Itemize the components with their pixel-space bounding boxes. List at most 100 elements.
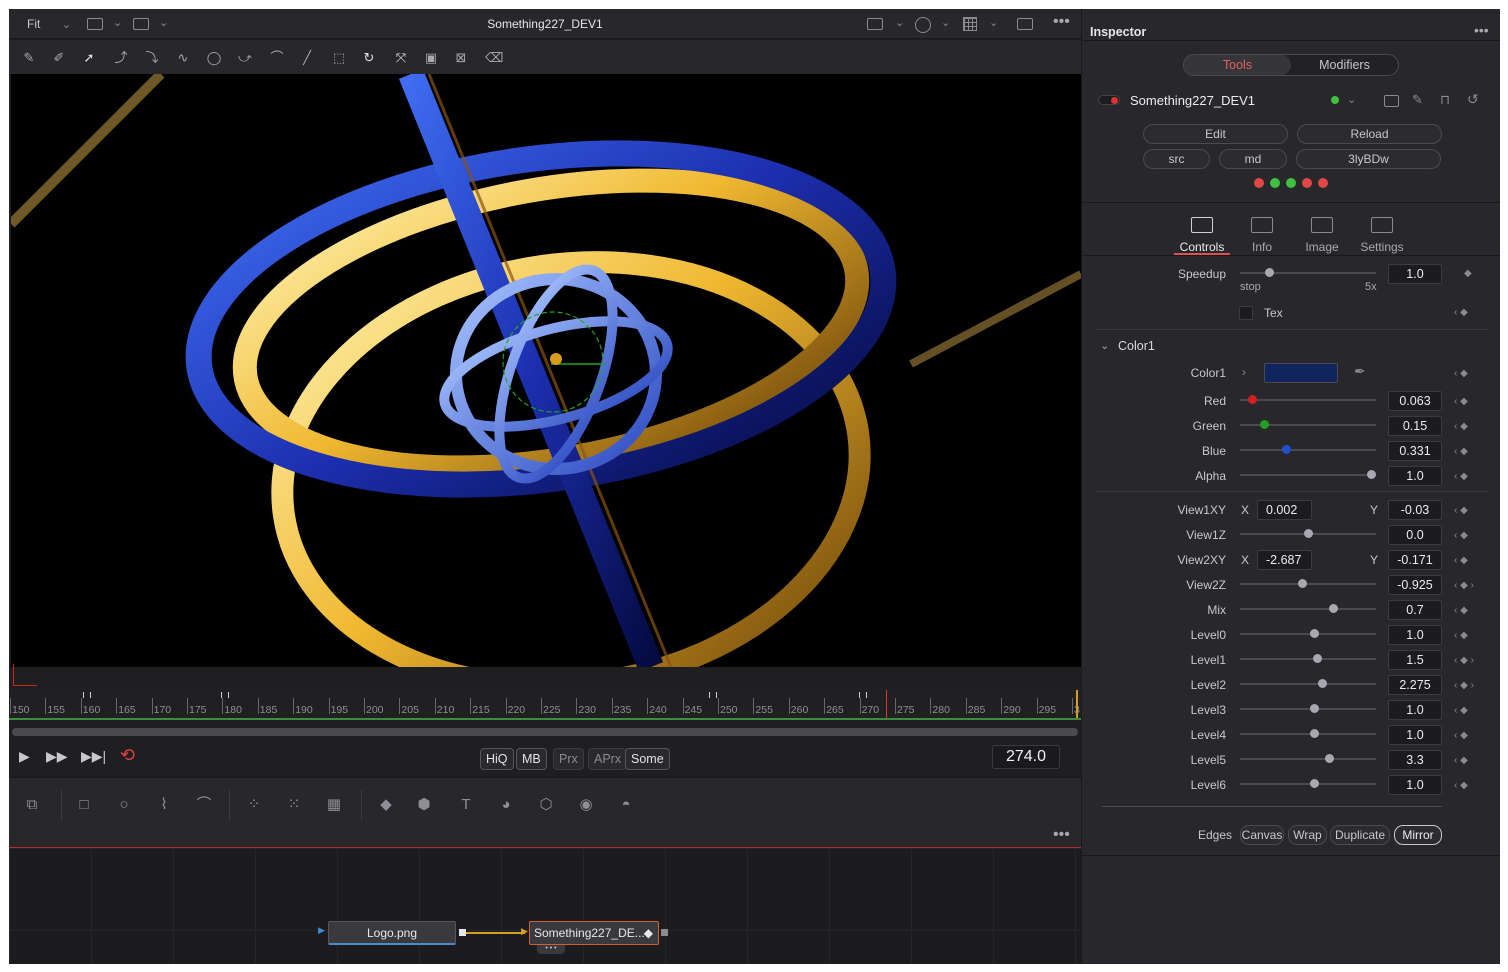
reset-icon[interactable]: ↺ — [1467, 91, 1479, 108]
level1-track[interactable] — [1240, 658, 1376, 660]
level5-knob[interactable] — [1325, 754, 1334, 763]
view2z-track[interactable] — [1240, 583, 1376, 585]
level4-value[interactable]: 1.0 — [1388, 725, 1442, 745]
smooth-icon[interactable]: ∿ — [175, 50, 191, 66]
chevron-down-icon[interactable]: ⌄ — [989, 16, 998, 29]
alpha-track[interactable] — [1240, 474, 1376, 476]
keyframe-nav-icon[interactable]: ‹ ◆ › — [1454, 655, 1474, 666]
delete-point-icon[interactable]: ⌫ — [485, 50, 503, 66]
pen-add-icon[interactable]: ✎ — [21, 50, 37, 66]
hiq-button[interactable]: HiQ — [480, 748, 514, 770]
level4-track[interactable] — [1240, 733, 1376, 735]
point-select-icon[interactable]: ⤴ — [113, 50, 129, 66]
alpha-value[interactable]: 1.0 — [1388, 466, 1442, 486]
node-editor[interactable]: ▶ Logo.png ▶ Something227_DE... ◆ • • • — [9, 848, 1081, 964]
level3-value[interactable]: 1.0 — [1388, 700, 1442, 720]
current-frame-field[interactable]: 274.0 — [992, 745, 1060, 769]
roi-icon[interactable] — [867, 18, 883, 30]
merge3d-icon[interactable]: ◕ — [495, 795, 517, 815]
loop-icon[interactable]: ⟲ — [120, 745, 135, 766]
close-shape-icon[interactable]: ⊠ — [453, 50, 469, 66]
red-value[interactable]: 0.063 — [1388, 391, 1442, 411]
edges-mirror-button[interactable]: Mirror — [1394, 825, 1442, 845]
eyedropper-icon[interactable]: ✒ — [1354, 363, 1366, 380]
level1-value[interactable]: 1.5 — [1388, 650, 1442, 670]
pin-icon[interactable]: ✎ — [1412, 92, 1423, 108]
tab-settings[interactable]: Settings — [1354, 217, 1410, 254]
more-options-icon[interactable]: ••• — [1474, 22, 1489, 38]
node-logo[interactable]: Logo.png — [328, 921, 456, 945]
fast-forward-icon[interactable]: ▶▶ — [46, 748, 68, 765]
keyframe-nav-icon[interactable]: ‹ ◆ — [1454, 630, 1468, 641]
prx-button[interactable]: Prx — [553, 748, 584, 770]
level6-track[interactable] — [1240, 783, 1376, 785]
level2-value[interactable]: 2.275 — [1388, 675, 1442, 695]
shape3d-icon[interactable]: ⬢ — [413, 795, 435, 815]
polygon-tool-icon[interactable]: ⌇ — [153, 795, 175, 815]
status-dot[interactable] — [1254, 178, 1264, 188]
keyframe-marker[interactable] — [859, 692, 867, 698]
tab-image[interactable]: Image — [1294, 217, 1350, 254]
mix-knob[interactable] — [1329, 604, 1338, 613]
speedup-value[interactable]: 1.0 — [1388, 264, 1442, 284]
renderer3d-icon[interactable]: ◓ — [615, 795, 637, 815]
timeline-scrollbar[interactable] — [12, 728, 1078, 736]
keyframe-nav-icon[interactable]: ‹ ◆ — [1454, 780, 1468, 791]
bspline-tool-icon[interactable]: ⌒ — [193, 795, 215, 815]
output-port[interactable] — [661, 929, 668, 936]
camera3d-icon[interactable]: ◉ — [575, 795, 597, 815]
keyframe-marker[interactable] — [709, 692, 717, 698]
mix-value[interactable]: 0.7 — [1388, 600, 1442, 620]
keyframe-nav-icon[interactable]: ‹ ◆ — [1454, 530, 1468, 541]
versions-icon[interactable] — [1384, 95, 1399, 107]
pencil-icon[interactable]: ✐ — [51, 50, 67, 66]
chevron-down-icon[interactable]: ⌄ — [895, 16, 904, 29]
render-end-marker[interactable] — [1076, 690, 1078, 720]
status-dot[interactable] — [1302, 178, 1312, 188]
chevron-down-icon[interactable]: ⌄ — [1100, 339, 1109, 352]
output-port[interactable] — [459, 929, 466, 936]
curve-icon[interactable]: ⌒ — [269, 50, 285, 66]
some-button[interactable]: Some — [625, 748, 670, 770]
keyframe-marker[interactable] — [221, 692, 229, 698]
insert-point-icon[interactable]: ⤻ — [237, 50, 253, 66]
play-icon[interactable]: ▶ — [19, 748, 30, 765]
red-knob[interactable] — [1248, 395, 1257, 404]
keyframe-nav-icon[interactable]: ‹ ◆ — [1454, 730, 1468, 741]
keyframe-nav-icon[interactable]: ‹ ◆ — [1454, 755, 1468, 766]
green-knob[interactable] — [1260, 420, 1269, 429]
level0-track[interactable] — [1240, 633, 1376, 635]
blue-value[interactable]: 0.331 — [1388, 441, 1442, 461]
view1z-value[interactable]: 0.0 — [1388, 525, 1442, 545]
select-icon[interactable]: ➚ — [81, 50, 97, 66]
level5-track[interactable] — [1240, 758, 1376, 760]
tab-controls[interactable]: Controls — [1174, 217, 1230, 254]
keyframe-nav-icon[interactable]: ‹ ◆ — [1454, 471, 1468, 482]
status-dot[interactable] — [1270, 178, 1280, 188]
blue-knob[interactable] — [1282, 445, 1291, 454]
node-something227[interactable]: Something227_DE... ◆ — [529, 921, 659, 945]
background-tool-icon[interactable]: ⧉ — [21, 795, 43, 815]
level6-value[interactable]: 1.0 — [1388, 775, 1442, 795]
keyframe-nav-icon[interactable]: ‹ ◆ — [1454, 605, 1468, 616]
view2z-knob[interactable] — [1298, 579, 1307, 588]
aprx-button[interactable]: APrx — [588, 748, 628, 770]
lock-icon[interactable]: ⊓ — [1440, 92, 1450, 108]
edges-canvas-button[interactable]: Canvas — [1240, 825, 1284, 845]
lasso-icon[interactable]: ◯ — [206, 50, 222, 66]
rotate-icon[interactable]: ↻ — [361, 50, 377, 66]
level3-track[interactable] — [1240, 708, 1376, 710]
keyframe-nav-icon[interactable]: ‹ ◆ — [1454, 396, 1468, 407]
mix-track[interactable] — [1240, 608, 1376, 610]
particle-emitter-icon[interactable]: ⁘ — [243, 795, 265, 815]
keyframe-icon[interactable]: ◆ — [1464, 268, 1472, 279]
keyframe-nav-icon[interactable]: ‹ ◆ — [1454, 421, 1468, 432]
single-viewer-icon[interactable] — [1017, 18, 1033, 30]
more-options-icon[interactable]: ••• — [1053, 826, 1070, 844]
view2y-value[interactable]: -0.171 — [1388, 550, 1442, 570]
keyframe-nav-icon[interactable]: ‹ ◆ — [1454, 705, 1468, 716]
keyframe-marker[interactable] — [83, 692, 91, 698]
particle-style-icon[interactable]: ▦ — [323, 795, 345, 815]
chevron-down-icon[interactable]: ⌄ — [1347, 93, 1356, 106]
alpha-knob[interactable] — [1367, 470, 1376, 479]
